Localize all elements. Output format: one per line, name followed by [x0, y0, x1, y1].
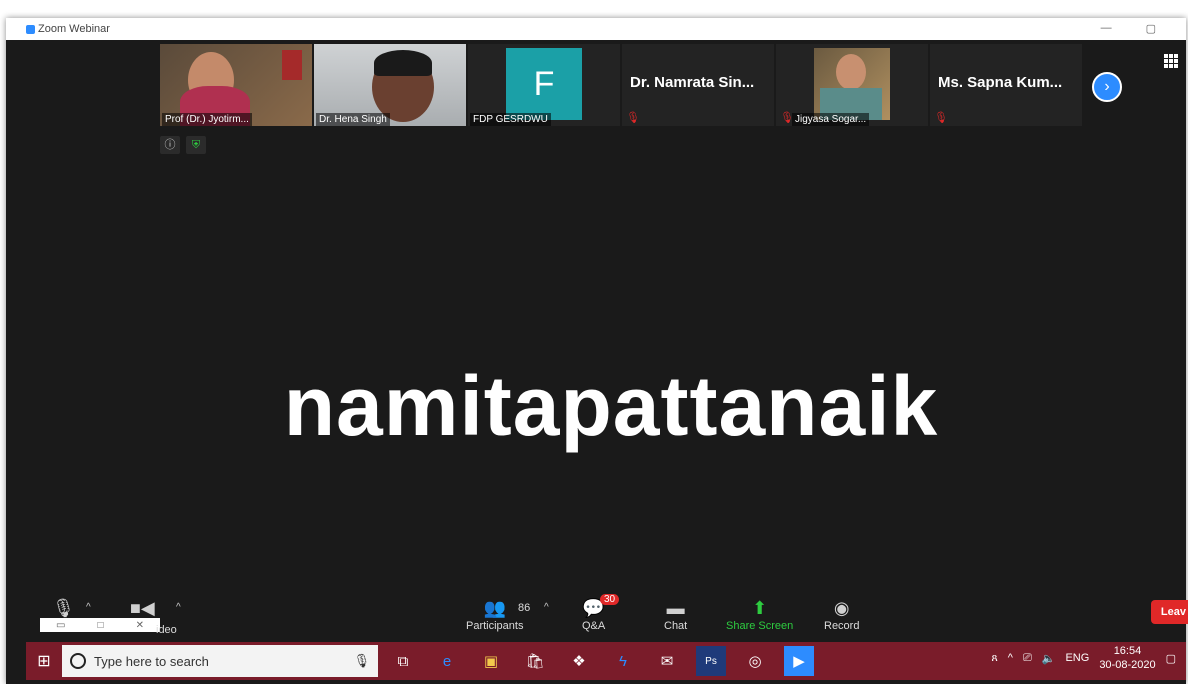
- windows-taskbar: ⊞ Type here to search 🎙 ⧉ e ▣ 🛍 ❖ ϟ ✉ Ps…: [26, 642, 1186, 680]
- photoshop-icon[interactable]: Ps: [696, 646, 726, 676]
- maximize-icon[interactable]: ▢: [1146, 22, 1156, 35]
- shield-icon[interactable]: ⛨: [186, 136, 206, 154]
- volume-icon[interactable]: 🔈: [1042, 652, 1056, 665]
- chat-label: Chat: [664, 620, 688, 632]
- mic-muted-icon: 🎙: [626, 112, 640, 124]
- floating-mini-window[interactable]: ▭ □ ✕: [40, 618, 160, 632]
- next-page-button[interactable]: ›: [1092, 72, 1122, 102]
- participant-tile[interactable]: Dr. Namrata Sin... 🎙: [622, 44, 774, 126]
- people-icon[interactable]: ጸ: [991, 652, 997, 665]
- network-icon[interactable]: ⎚: [1023, 652, 1032, 665]
- participants-label: Participants: [466, 620, 524, 632]
- participant-name: Jigyasa Sogar...: [792, 113, 870, 126]
- chevron-up-icon[interactable]: ^: [176, 602, 181, 613]
- share-screen-icon: ⬆: [752, 598, 768, 618]
- taskbar-search-box[interactable]: Type here to search 🎙: [62, 645, 378, 677]
- qa-badge: 30: [600, 594, 620, 605]
- record-button[interactable]: ◉ Record: [824, 598, 859, 632]
- info-icon[interactable]: ⓘ: [160, 136, 180, 154]
- file-explorer-icon[interactable]: ▣: [476, 646, 506, 676]
- participant-tile[interactable]: 🎙 Jigyasa Sogar...: [776, 44, 928, 126]
- taskbar-clock[interactable]: 16:54 30-08-2020: [1099, 644, 1155, 672]
- participant-name: Ms. Sapna Kum...: [938, 74, 1063, 91]
- dropbox-icon[interactable]: ❖: [564, 646, 594, 676]
- edge-browser-icon[interactable]: e: [432, 646, 462, 676]
- chevron-up-icon[interactable]: ^: [1008, 652, 1013, 664]
- chat-button[interactable]: ▬ Chat: [664, 598, 687, 632]
- chat-icon: ▬: [666, 598, 685, 618]
- chevron-up-icon[interactable]: ^: [544, 602, 549, 613]
- mail-icon[interactable]: ✉: [652, 646, 682, 676]
- title-bar: Zoom Webinar — ▢: [6, 18, 1186, 40]
- qa-label: Q&A: [582, 620, 606, 632]
- maximize-icon[interactable]: □: [98, 620, 104, 631]
- participant-tile[interactable]: F FDP GESRDWU: [468, 44, 620, 126]
- participant-tile[interactable]: Ms. Sapna Kum... 🎙: [930, 44, 1082, 126]
- close-icon[interactable]: ✕: [136, 620, 144, 631]
- share-screen-button[interactable]: ⬆ Share Screen: [726, 598, 793, 632]
- participant-tile[interactable]: Dr. Hena Singh: [314, 44, 466, 126]
- video-stage: Prof (Dr.) Jyotirm... Dr. Hena Singh F F…: [26, 40, 1186, 604]
- record-label: Record: [824, 620, 860, 632]
- participant-avatar: F: [506, 48, 582, 120]
- qa-button[interactable]: 💬 30 Q&A: [582, 594, 620, 632]
- share-screen-label: Share Screen: [726, 620, 794, 632]
- participant-name: Prof (Dr.) Jyotirm...: [162, 113, 252, 126]
- participant-name: FDP GESRDWU: [470, 113, 551, 126]
- microphone-icon: 🎙: [52, 598, 75, 618]
- search-placeholder: Type here to search: [94, 653, 209, 669]
- minimize-icon[interactable]: —: [1101, 22, 1112, 35]
- meeting-toolbar: 🎙 ^ ■◀ ^ ▭ □ ✕ ideo 👥 Participants 86 ^ …: [26, 594, 1188, 642]
- clock-date: 30-08-2020: [1099, 659, 1156, 671]
- video-button[interactable]: ■◀: [130, 598, 155, 620]
- language-indicator[interactable]: ENG: [1065, 652, 1089, 664]
- task-view-icon[interactable]: ⧉: [388, 646, 418, 676]
- window-title: Zoom Webinar: [38, 23, 110, 35]
- gallery-view-icon[interactable]: [1164, 54, 1178, 68]
- clock-time: 16:54: [1113, 645, 1142, 657]
- system-tray: ጸ ^ ⎚ 🔈 ENG 16:54 30-08-2020 ▢: [991, 644, 1176, 672]
- store-icon[interactable]: 🛍: [520, 646, 550, 676]
- participants-button[interactable]: 👥 Participants: [466, 598, 523, 632]
- cortana-icon: [70, 653, 86, 669]
- chrome-icon[interactable]: ◎: [740, 646, 770, 676]
- active-speaker-name: namitapattanaik: [283, 359, 939, 453]
- zoom-app-icon: [26, 24, 35, 34]
- mic-muted-icon: 🎙: [934, 112, 948, 124]
- participants-count: 86: [518, 602, 531, 614]
- chevron-up-icon[interactable]: ^: [86, 602, 91, 613]
- microphone-icon[interactable]: 🎙: [353, 653, 370, 669]
- record-icon: ◉: [833, 598, 850, 618]
- participant-tile[interactable]: Prof (Dr.) Jyotirm...: [160, 44, 312, 126]
- restore-icon[interactable]: ▭: [56, 620, 65, 631]
- participant-name: Dr. Namrata Sin...: [630, 74, 755, 91]
- thumbnail-strip: Prof (Dr.) Jyotirm... Dr. Hena Singh F F…: [160, 44, 1082, 126]
- video-camera-icon: ■◀: [130, 598, 155, 618]
- windows-start-icon[interactable]: ⊞: [26, 642, 62, 680]
- mic-button[interactable]: 🎙: [52, 598, 75, 620]
- zoom-taskbar-icon[interactable]: ▶: [784, 646, 814, 676]
- app-icon[interactable]: ϟ: [608, 646, 638, 676]
- video-label: ideo: [156, 624, 177, 636]
- participant-name: Dr. Hena Singh: [316, 113, 390, 126]
- notifications-icon[interactable]: ▢: [1166, 652, 1176, 665]
- leave-button[interactable]: Leav: [1150, 600, 1188, 624]
- chevron-right-icon: ›: [1104, 78, 1110, 95]
- participants-icon: 👥: [483, 598, 506, 618]
